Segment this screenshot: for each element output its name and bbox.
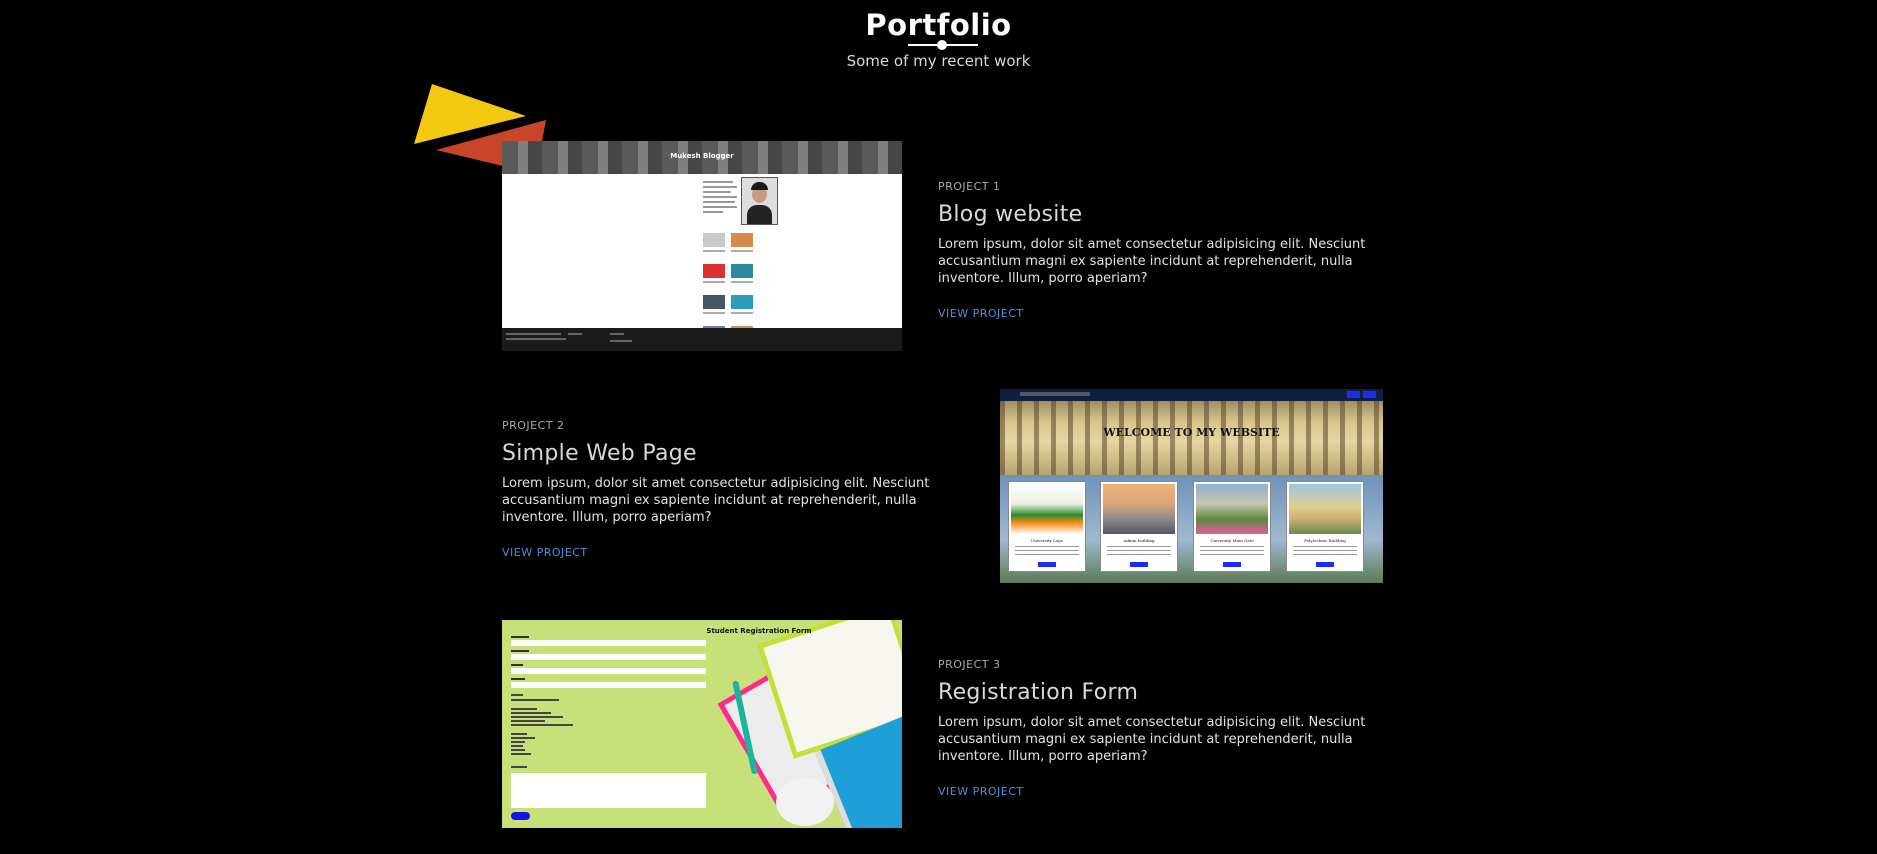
project-1-thumbnail[interactable]: Mukesh Blogger (502, 141, 902, 351)
avatar (741, 177, 778, 225)
web-card: Admin building (1100, 481, 1178, 572)
message-textarea (511, 773, 706, 808)
project-3-label: PROJECT 3 (938, 658, 1001, 671)
web-navbar (1000, 389, 1383, 401)
project-1-title: Blog website (938, 202, 1083, 227)
project-3-thumbnail[interactable]: Student Registration Form (502, 620, 902, 828)
form-title: Student Registration Form (706, 627, 812, 635)
web-card: University Main Gate (1193, 481, 1271, 572)
section-subtitle: Some of my recent work (846, 52, 1031, 70)
web-card: Polytechnic Building (1286, 481, 1364, 572)
web-heading: WELCOME TO MY WEBSITE (1103, 426, 1280, 439)
project-3-description: Lorem ipsum, dolor sit amet consectetur … (938, 715, 1366, 764)
first-name-field (511, 640, 706, 646)
project-3-info: PROJECT 3 Registration Form Lorem ipsum,… (938, 658, 1386, 799)
section-title: Portfolio (865, 8, 1012, 42)
submit-button (511, 812, 530, 820)
mouse-decoration (776, 778, 834, 826)
project-1-view-link[interactable]: VIEW PROJECT (938, 307, 1024, 320)
project-2-thumbnail[interactable]: WELCOME TO MY WEBSITE University Logo Ad… (1000, 389, 1383, 583)
last-name-field (511, 654, 706, 660)
project-2-title: Simple Web Page (502, 441, 697, 466)
project-1-label: PROJECT 1 (938, 180, 1001, 193)
portfolio-section: Portfolio Some of my recent work Mukesh … (0, 0, 1877, 854)
blog-intro-lines (703, 181, 737, 216)
project-1-description: Lorem ipsum, dolor sit amet consectetur … (938, 237, 1366, 286)
email-field (511, 668, 706, 674)
blog-footer (502, 328, 902, 351)
project-3-view-link[interactable]: VIEW PROJECT (938, 785, 1024, 798)
project-1-info: PROJECT 1 Blog website Lorem ipsum, dolo… (938, 180, 1386, 321)
project-2-description: Lorem ipsum, dolor sit amet consectetur … (502, 476, 930, 525)
divider-dot (937, 40, 947, 50)
blog-header-title: Mukesh Blogger (670, 152, 734, 160)
project-2-label: PROJECT 2 (502, 419, 565, 432)
web-card: University Logo (1008, 481, 1086, 572)
project-3-title: Registration Form (938, 680, 1139, 705)
phone-field (511, 682, 706, 688)
project-2-view-link[interactable]: VIEW PROJECT (502, 546, 588, 559)
project-2-info: PROJECT 2 Simple Web Page Lorem ipsum, d… (502, 419, 950, 560)
